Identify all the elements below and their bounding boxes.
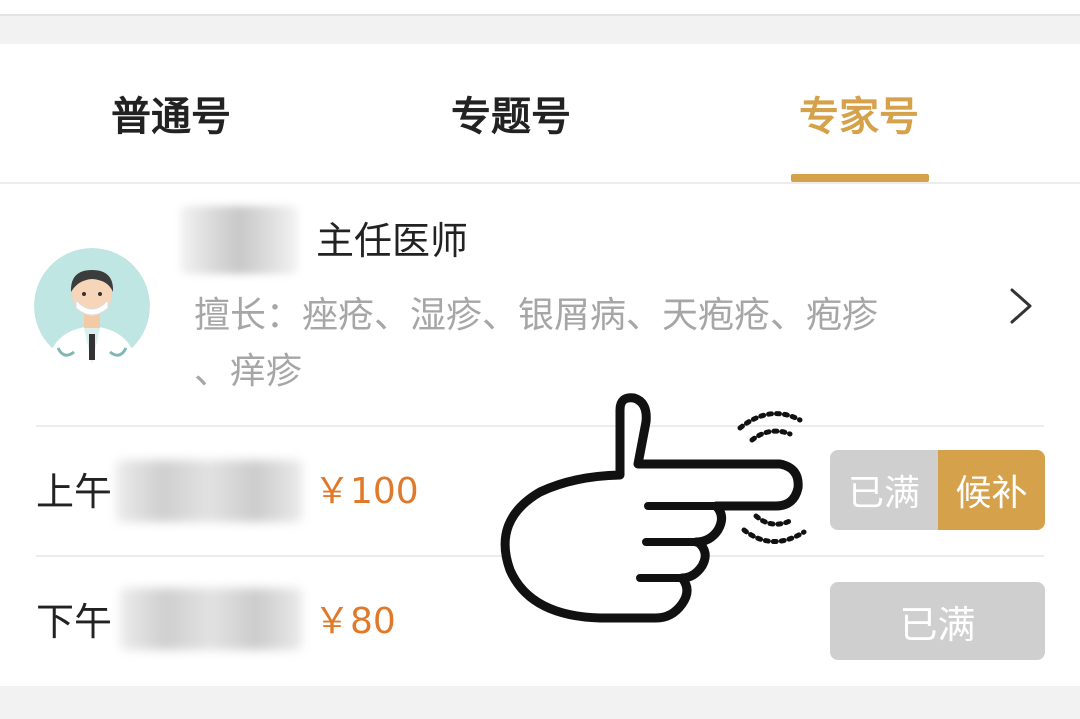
chevron-right-icon[interactable]	[1004, 286, 1040, 326]
tab-special-topic[interactable]: 专题号	[400, 44, 622, 182]
slot-price-afternoon: ￥80	[314, 601, 396, 642]
tab-expert[interactable]: 专家号	[748, 44, 970, 182]
tab-bar: 普通号 专题号 专家号	[0, 44, 1080, 182]
slot-period-afternoon: 下午	[36, 600, 113, 644]
pointing-hand-icon	[500, 393, 807, 623]
slot-time-blurred	[120, 588, 302, 650]
bottom-background	[0, 686, 1080, 719]
top-divider	[0, 14, 1080, 16]
waitlist-button[interactable]: 候补	[938, 450, 1045, 530]
doctor-avatar	[34, 248, 150, 364]
slot-price-morning: ￥100	[314, 471, 419, 512]
tab-regular[interactable]: 普通号	[60, 44, 282, 182]
slot-time-blurred	[116, 460, 302, 522]
top-strip	[0, 0, 1080, 14]
doctor-name-blurred	[180, 206, 298, 274]
slot-period-morning: 上午	[36, 470, 113, 514]
page: 普通号 专题号 专家号 主任医师 擅长：痤疮、湿疹、银屑病、天疱疮、疱疹 、痒疹	[0, 0, 1080, 719]
active-tab-indicator	[791, 174, 929, 182]
doctor-avatar-icon	[34, 248, 150, 364]
specialty-line-1: 擅长：痤疮、湿疹、银屑病、天疱疮、疱疹	[194, 295, 879, 336]
doctor-title: 主任医师	[316, 219, 469, 263]
